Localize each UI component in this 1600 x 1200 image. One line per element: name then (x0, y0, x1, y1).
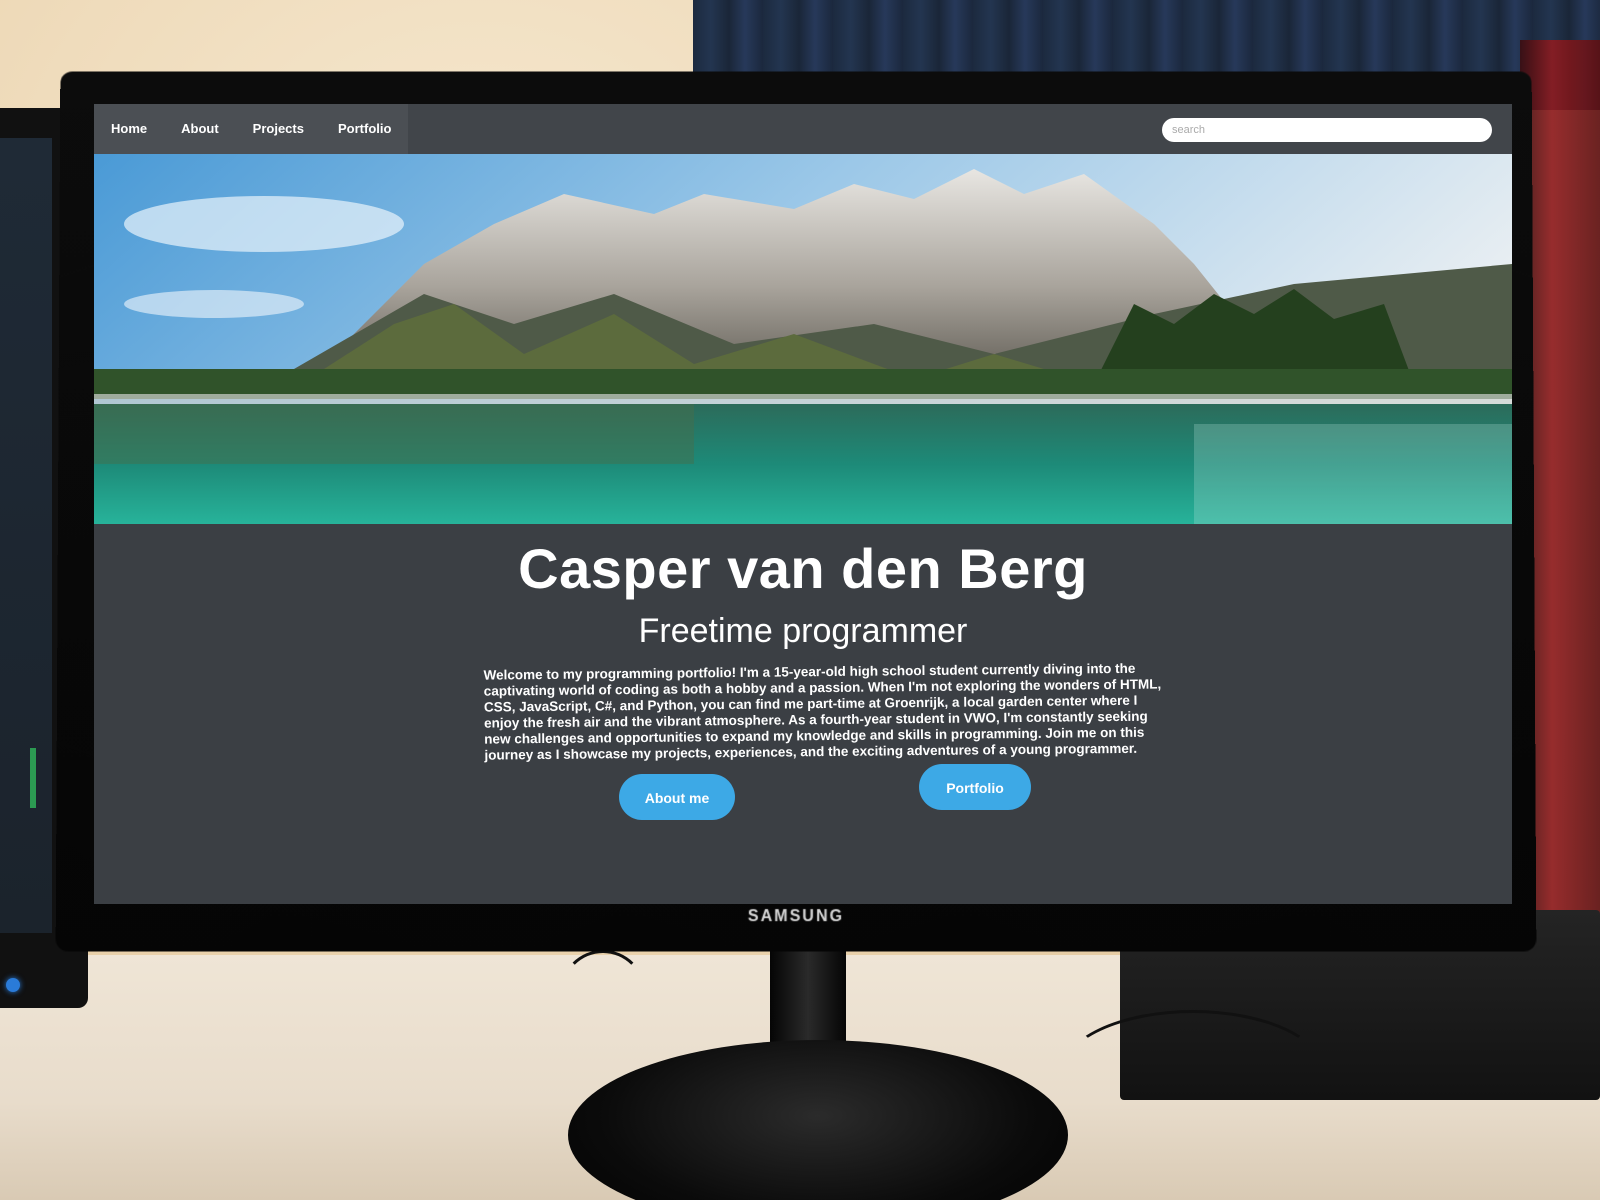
intro-paragraph: Welcome to my programming portfolio! I'm… (483, 660, 1162, 763)
left-monitor-green-bar (30, 748, 36, 808)
nav-link-portfolio[interactable]: Portfolio (321, 104, 408, 154)
power-led-icon (6, 978, 20, 992)
monitor-brand: SAMSUNG (747, 908, 845, 926)
about-me-button[interactable]: About me (619, 774, 735, 820)
left-monitor-screen (0, 138, 52, 933)
page-subtitle: Freetime programmer (638, 612, 968, 650)
nav-links: Home About Projects Portfolio (94, 104, 409, 154)
navbar: Home About Projects Portfolio (94, 104, 1512, 154)
hero-image (94, 154, 1512, 524)
hero-content: Casper van den Berg Freetime programmer … (94, 524, 1512, 904)
cable (1060, 1010, 1326, 1136)
portfolio-button[interactable]: Portfolio (919, 764, 1031, 810)
nav-link-about[interactable]: About (164, 104, 236, 154)
page-title: Casper van den Berg (518, 537, 1088, 600)
nav-link-projects[interactable]: Projects (236, 104, 321, 154)
webpage: Home About Projects Portfolio search Cas… (94, 104, 1512, 904)
nav-link-home[interactable]: Home (94, 104, 164, 154)
photo-scene: SAMSUNG Home About Projects Portfolio se… (0, 0, 1600, 1200)
search-input[interactable] (1162, 118, 1492, 142)
cable (560, 950, 646, 1036)
